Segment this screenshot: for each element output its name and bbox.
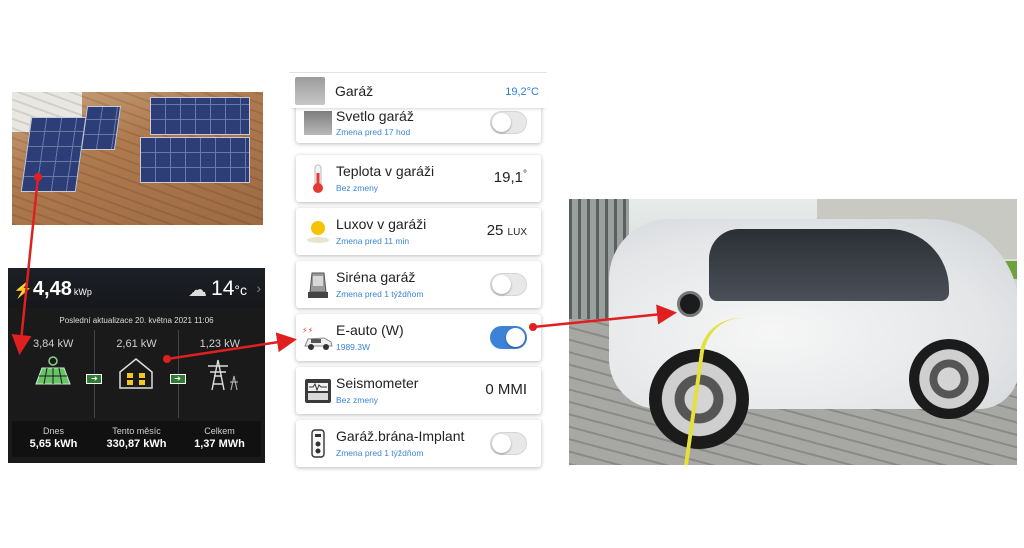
garage-device-list: Garáž 19,2°C Svetlo garáž Zmena pred 17 … — [289, 72, 547, 470]
device-name: Seismometer — [336, 375, 419, 391]
solar-temperature-value: 14 — [211, 277, 235, 300]
seismometer-number: 0 — [485, 381, 494, 398]
stat-value: 5,65 kWh — [29, 438, 78, 450]
solar-panel-icon — [12, 356, 94, 393]
thermometer-icon — [304, 163, 332, 195]
light-toggle[interactable] — [490, 111, 527, 134]
temperature-value: 19,1° — [494, 169, 527, 186]
solar-power-unit: kWp — [73, 287, 92, 297]
solar-panel-group-right-bottom — [140, 137, 250, 183]
siren-toggle[interactable] — [490, 273, 527, 296]
sun-icon — [304, 216, 332, 248]
device-status: Bez zmeny — [336, 395, 379, 405]
device-name: Svetlo garáž — [336, 108, 414, 124]
room-title: Garáž — [335, 83, 374, 99]
solar-temperature: 14°c — [211, 277, 247, 301]
electric-car-icon: ⚡⚡ — [302, 322, 334, 354]
solar-stats: Dnes 5,65 kWh Tento měsíc 330,87 kWh Celke… — [12, 421, 261, 457]
stat-label: Dnes — [42, 426, 64, 436]
solar-header: ⚡4,48 kWp ☁ 14°c › — [8, 268, 265, 308]
device-card-light[interactable]: Svetlo garáž Zmena pred 17 hod — [296, 103, 541, 143]
stat-month: Tento měsíc 330,87 kWh — [95, 421, 178, 457]
stat-label: Celkem — [204, 426, 235, 436]
seismometer-icon — [304, 375, 332, 407]
flow-panels: 3,84 kW ➔ — [12, 330, 103, 418]
solar-flows: 3,84 kW ➔ 2,61 kW ➔ 1,23 kW — [12, 330, 261, 418]
solar-temperature-unit: °c — [234, 282, 247, 298]
solar-panel-group-right-top — [150, 97, 250, 135]
lux-number: 25 — [486, 222, 504, 239]
flow-panels-value: 3,84 kW — [32, 338, 74, 350]
stat-value: 330,87 kWh — [106, 438, 167, 450]
gate-toggle[interactable] — [490, 432, 527, 455]
lux-unit: LUX — [507, 227, 527, 238]
solar-power: ⚡4,48 kWp — [13, 278, 92, 301]
flow-arrow-icon: ➔ — [169, 374, 186, 384]
car-front-wheel — [909, 339, 989, 419]
device-name: Garáž.brána-Implant — [336, 428, 465, 444]
garage-thumbnail-icon — [295, 77, 325, 105]
remote-control-icon — [304, 428, 332, 460]
solar-last-update: Poslední aktualizace 20. května 2021 11:… — [59, 316, 214, 325]
solar-panel-group-left — [20, 117, 87, 192]
device-name: Teplota v garáži — [336, 163, 435, 179]
device-status: Zmena pred 11 min — [336, 236, 410, 246]
ecar-toggle[interactable] — [490, 326, 527, 349]
flow-house: 2,61 kW ➔ — [95, 330, 186, 418]
siren-icon — [304, 269, 332, 301]
solar-inverter-widget: ⚡4,48 kWp ☁ 14°c › Poslední aktualizace 2… — [8, 268, 265, 463]
house-icon — [95, 356, 177, 397]
lightning-icon: ⚡ — [13, 282, 33, 299]
device-status: Zmena pred 17 hod — [336, 127, 411, 137]
device-status: Zmena pred 1 týždňom — [336, 448, 424, 458]
device-card-seismometer[interactable]: Seismometer Bez zmeny 0 MMI — [296, 367, 541, 414]
power-pylon-icon — [179, 356, 261, 399]
lux-value: 25 LUX — [487, 222, 527, 239]
temperature-number: 19,1 — [493, 169, 523, 186]
flow-house-value: 2,61 kW — [116, 338, 157, 350]
room-header[interactable]: Garáž 19,2°C — [289, 72, 547, 108]
car-windows — [709, 229, 949, 301]
device-card-lux[interactable]: Luxov v garáži Zmena pred 11 min 25 LUX — [296, 208, 541, 255]
seismometer-unit: MMI — [497, 381, 527, 398]
device-status: Bez zmeny — [336, 183, 379, 193]
garage-photo-icon — [304, 107, 332, 139]
device-status: 1989.3W — [336, 342, 371, 352]
device-card-gate[interactable]: Garáž.brána-Implant Zmena pred 1 týždňom — [296, 420, 541, 467]
device-card-temperature[interactable]: Teplota v garáži Bez zmeny 19,1° — [296, 155, 541, 202]
solar-roof-photo — [12, 92, 263, 225]
solar-power-value: 4,48 — [32, 278, 72, 300]
stat-today: Dnes 5,65 kWh — [12, 421, 95, 457]
device-card-ecar[interactable]: ⚡⚡ E-auto (W) 1989.3W — [296, 314, 541, 361]
chevron-right-icon[interactable]: › — [256, 280, 261, 296]
device-status: Zmena pred 1 týždňom — [336, 289, 424, 299]
stat-value: 1,37 MWh — [194, 438, 245, 450]
seismometer-value: 0 MMI — [485, 381, 527, 398]
room-temperature: 19,2°C — [505, 86, 539, 98]
flow-arrow-icon: ➔ — [86, 374, 103, 384]
device-name: E-auto (W) — [336, 322, 404, 338]
ev-charging-photo — [569, 199, 1017, 465]
temperature-unit: ° — [523, 169, 527, 180]
flow-grid-value: 1,23 kW — [199, 338, 240, 350]
stat-total: Celkem 1,37 MWh — [178, 421, 261, 457]
charging-port — [677, 291, 703, 317]
device-name: Luxov v garáži — [336, 216, 427, 232]
flow-grid: 1,23 kW — [179, 330, 261, 418]
cloud-sun-icon: ☁ — [188, 280, 207, 301]
device-name: Siréna garáž — [336, 269, 416, 285]
svg-text:⚡⚡: ⚡⚡ — [302, 326, 313, 335]
device-card-siren[interactable]: Siréna garáž Zmena pred 1 týždňom — [296, 261, 541, 308]
stat-label: Tento měsíc — [112, 426, 161, 436]
solar-panel-group-mid — [80, 106, 122, 150]
